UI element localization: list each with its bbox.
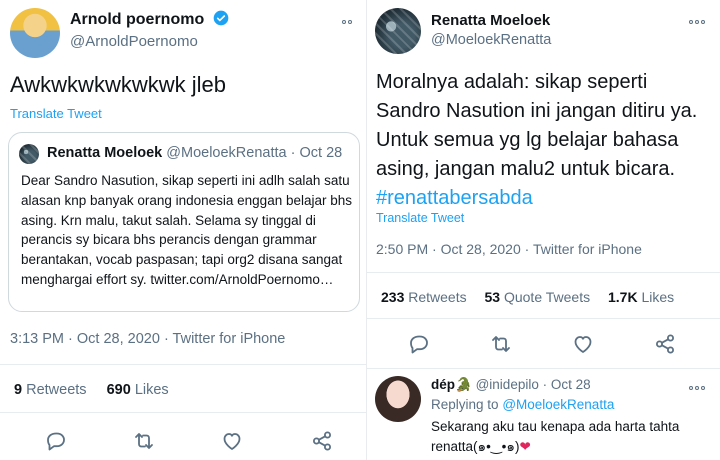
renatta-avatar[interactable]	[375, 8, 421, 54]
arnold-avatar[interactable]	[10, 8, 60, 58]
quoted-text: Dear Sandro Nasution, sikap seperti ini …	[21, 173, 353, 287]
quoted-handle: @MoeloekRenatta	[166, 145, 287, 161]
reply-text: Sekarang aku tau kenapa ada harta tahta …	[431, 417, 679, 457]
quoted-separator: ·	[290, 145, 296, 161]
quoted-tweet[interactable]: Renatta Moeloek @MoeloekRenatta · Oct 28…	[8, 132, 360, 312]
reply-header: dép🐊 @inidepilo · Oct 28	[431, 377, 591, 393]
author-handle[interactable]: @MoeloekRenatta	[431, 32, 551, 48]
likes-count: 1.7K	[608, 289, 638, 305]
tweet-timestamp[interactable]: 3:13 PM · Oct 28, 2020 ·	[10, 331, 173, 347]
tweet-source[interactable]: Twitter for iPhone	[533, 241, 642, 257]
reply-icon[interactable]	[407, 332, 431, 356]
likes-stat[interactable]: 690 Likes	[107, 382, 169, 398]
reply-handle[interactable]: @inidepilo	[476, 377, 539, 392]
divider	[367, 272, 720, 273]
likes-label: Likes	[641, 289, 675, 305]
tweet-meta: 3:13 PM · Oct 28, 2020 · Twitter for iPh…	[10, 331, 285, 347]
reply-text-line: renatta(๑•‿•๑)❤	[431, 437, 679, 457]
tweet-text: Moralnya adalah: sikap seperti Sandro Na…	[376, 71, 698, 180]
tweet-stats: 233 Retweets 53 Quote Tweets 1.7K Likes	[381, 289, 674, 305]
reply-separator: ·	[542, 377, 548, 392]
author-handle[interactable]: @ArnoldPoernomo	[70, 33, 198, 50]
tweet-source[interactable]: Twitter for iPhone	[173, 331, 286, 347]
reply-icon[interactable]	[44, 429, 68, 453]
like-icon[interactable]	[220, 429, 244, 453]
share-icon[interactable]	[653, 332, 677, 356]
hashtag-link[interactable]: #renattabersabda	[376, 187, 533, 209]
quotes-stat[interactable]: 53 Quote Tweets	[485, 289, 591, 305]
retweets-label: Retweets	[408, 289, 467, 305]
likes-label: Likes	[134, 382, 169, 398]
translate-tweet-link[interactable]: Translate Tweet	[10, 106, 102, 121]
quotes-label: Quote Tweets	[503, 289, 591, 305]
reply-text-kaomoji: renatta(๑•‿•๑)	[431, 439, 520, 454]
author-name-row: Arnold poernomo	[70, 10, 229, 29]
replying-to-link[interactable]: @MoeloekRenatta	[502, 397, 614, 412]
author-name[interactable]: Arnold poernomo	[70, 11, 204, 28]
divider	[0, 364, 366, 365]
verified-icon	[213, 10, 229, 26]
quoted-avatar	[19, 144, 39, 164]
heart-icon: ❤	[519, 439, 531, 454]
divider	[367, 368, 720, 369]
reply-author-name[interactable]: dép	[431, 377, 455, 392]
likes-stat[interactable]: 1.7K Likes	[608, 289, 674, 305]
replying-to-prefix: Replying to	[431, 397, 499, 412]
retweets-stat[interactable]: 9 Retweets	[14, 382, 87, 398]
crocodile-emoji-icon: 🐊	[455, 377, 472, 392]
author-name[interactable]: Renatta Moeloek	[431, 12, 550, 29]
left-tweet-panel: Arnold poernomo @ArnoldPoernomo Awkwkwkw…	[0, 0, 366, 460]
tweet-stats: 9 Retweets 690 Likes	[14, 382, 169, 398]
tweet-meta: 2:50 PM · Oct 28, 2020 · Twitter for iPh…	[376, 241, 642, 257]
tweet-text: Awkwkwkwkwkwk jleb	[10, 72, 226, 97]
translate-tweet-link[interactable]: Translate Tweet	[376, 211, 464, 225]
tweet-timestamp[interactable]: 2:50 PM · Oct 28, 2020 ·	[376, 241, 533, 257]
right-tweet-panel: Renatta Moeloek @MoeloekRenatta Moralnya…	[366, 0, 720, 460]
divider	[0, 412, 366, 413]
more-icon[interactable]	[687, 12, 705, 27]
quoted-header: Renatta Moeloek @MoeloekRenatta · Oct 28	[47, 145, 342, 161]
replying-to-row: Replying to @MoeloekRenatta	[431, 397, 614, 412]
reply-date[interactable]: Oct 28	[551, 377, 591, 392]
retweets-count: 9	[14, 382, 23, 398]
like-icon[interactable]	[571, 332, 595, 356]
reply-avatar[interactable]	[375, 376, 421, 422]
more-icon[interactable]	[687, 378, 705, 393]
quotes-count: 53	[484, 289, 501, 305]
quoted-name: Renatta Moeloek	[47, 145, 163, 161]
retweet-icon[interactable]	[489, 332, 513, 356]
retweets-count: 233	[381, 289, 405, 305]
tweet-body: Moralnya adalah: sikap seperti Sandro Na…	[376, 68, 712, 213]
share-icon[interactable]	[310, 429, 334, 453]
retweets-stat[interactable]: 233 Retweets	[381, 289, 467, 305]
retweets-label: Retweets	[26, 382, 87, 398]
divider	[367, 318, 720, 319]
quoted-date: Oct 28	[299, 145, 343, 161]
more-icon[interactable]	[340, 12, 352, 27]
retweet-icon[interactable]	[132, 429, 156, 453]
likes-count: 690	[106, 382, 131, 398]
reply-text-line: Sekarang aku tau kenapa ada harta tahta	[431, 419, 680, 434]
